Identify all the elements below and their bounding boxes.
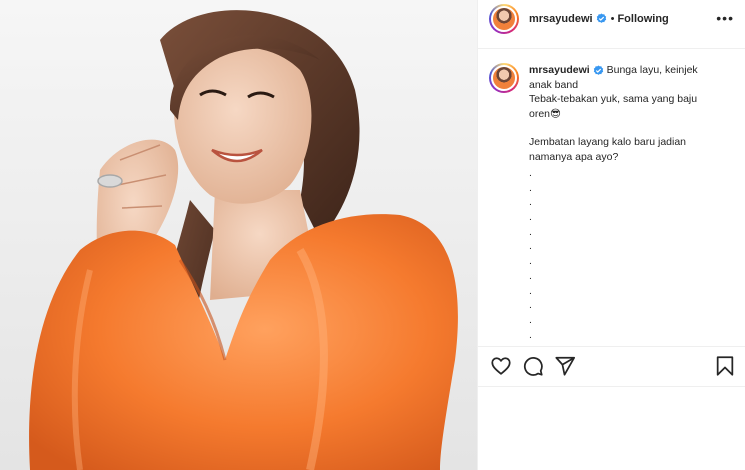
caption-text-1: Bunga layu, keinjek <box>606 64 698 76</box>
post-caption: mrsayudewi Bunga layu, keinjek anak band… <box>489 63 739 342</box>
post-header: mrsayudewi • Following ••• <box>478 0 745 37</box>
caption-line-1: mrsayudewi Bunga layu, keinjek <box>529 63 734 78</box>
avatar[interactable] <box>489 3 519 34</box>
send-icon <box>555 356 576 376</box>
verified-badge-icon <box>596 13 606 23</box>
caption-dot: . <box>529 240 532 253</box>
verified-badge-icon <box>593 65 603 75</box>
username-link[interactable]: mrsayudewi <box>529 13 593 25</box>
header-divider <box>478 48 745 49</box>
caption-dot: . <box>529 313 532 326</box>
caption-text-2: anak band <box>529 78 579 91</box>
following-button[interactable]: Following <box>617 13 668 25</box>
caption-dot: . <box>529 255 532 268</box>
footer-divider <box>478 386 745 387</box>
caption-dot: . <box>529 328 532 341</box>
caption-text-5: Jembatan layang kalo baru jadian <box>529 136 687 148</box>
comment-icon <box>523 357 543 376</box>
post-actions <box>478 346 745 386</box>
caption-gap <box>529 121 734 135</box>
caption-dot: . <box>529 299 532 312</box>
comment-button[interactable] <box>522 355 544 377</box>
caption-body: mrsayudewi Bunga layu, keinjek anak band… <box>529 63 734 342</box>
bookmark-icon <box>716 356 734 376</box>
caption-dot: . <box>529 167 532 179</box>
more-options-icon[interactable]: ••• <box>716 11 734 25</box>
caption-dot: . <box>529 284 532 297</box>
caption-dot: . <box>529 269 532 282</box>
save-button[interactable] <box>714 355 736 377</box>
heart-icon <box>491 357 511 375</box>
caption-dots: . . . . . . . . . . . . <box>529 166 734 342</box>
caption-text-4: oren😎 <box>529 107 561 120</box>
like-button[interactable] <box>490 355 512 377</box>
post-photo[interactable] <box>0 0 477 470</box>
caption-dot: . <box>529 211 532 224</box>
post-side-panel: mrsayudewi • Following ••• mrsayudewi Bu… <box>477 0 745 470</box>
caption-dot: . <box>529 225 532 238</box>
caption-text-3: Tebak-tebakan yuk, sama yang baju <box>529 93 698 105</box>
separator-dot: • <box>610 12 615 25</box>
caption-text-6: namanya apa ayo? <box>529 150 619 163</box>
portrait-illustration <box>29 10 458 470</box>
caption-avatar[interactable] <box>489 63 519 93</box>
caption-username[interactable]: mrsayudewi <box>529 64 590 76</box>
instagram-post: mrsayudewi • Following ••• mrsayudewi Bu… <box>0 0 745 470</box>
caption-dot: . <box>529 196 532 209</box>
share-button[interactable] <box>554 355 576 377</box>
caption-dot: . <box>529 181 532 194</box>
